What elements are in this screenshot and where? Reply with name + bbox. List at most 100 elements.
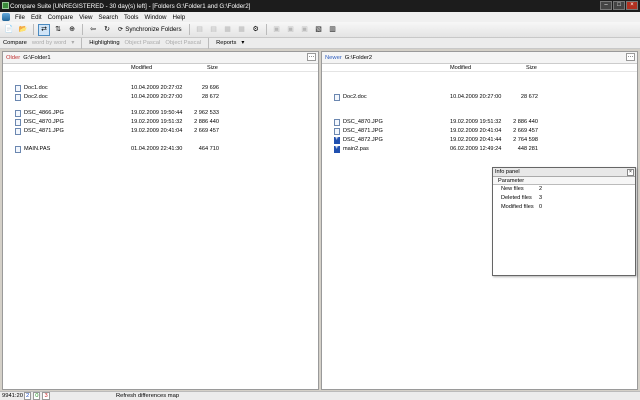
back-icon[interactable]: ⇦ [87,24,99,36]
file-row[interactable]: main2.pas 06.02.2009 12:49:24 448 281 [322,145,637,154]
prev-diff-icon[interactable]: ▦ [222,24,234,36]
maximize-button[interactable]: □ [613,1,625,10]
file-size: 28 672 [520,94,538,100]
info-key: Deleted files [501,195,532,201]
info-panel-title: Info panel [495,169,520,175]
copy-right-icon[interactable]: ▤ [208,24,220,36]
next-diff-icon[interactable]: ▦ [236,24,248,36]
file-name: Doc2.doc [343,94,367,100]
menu-window[interactable]: Window [141,14,169,21]
chevron-down-icon: ▾ [71,40,75,46]
menu-help[interactable]: Help [170,14,189,21]
file-size: 2 962 533 [194,110,219,116]
file-modified: 10.04.2009 20:27:00 [131,94,183,100]
file-size: 2 669 457 [194,128,219,134]
file-row [322,84,637,93]
menu-bar: File Edit Compare View Search Tools Wind… [0,12,640,22]
file-view-icon[interactable]: ▧ [313,24,325,36]
file-modified: 19.02.2009 20:41:04 [450,128,502,134]
right-folder-path[interactable]: G:\Folder2 [345,55,372,61]
close-button[interactable]: × [626,1,638,10]
object-pascal-dropdown-left[interactable]: Object Pascal [125,40,161,46]
new-file-icon [334,145,340,153]
browse-button[interactable]: … [626,53,635,61]
expand-icon[interactable]: ▣ [299,24,311,36]
file-size: 28 672 [201,94,219,100]
file-name: main2.pas [343,146,369,152]
title-bar: Compare Suite [UNREGISTERED - 30 day(s) … [0,0,640,12]
window-title: Compare Suite [UNREGISTERED - 30 day(s) … [10,2,251,10]
refresh-icon[interactable]: ↻ [101,24,113,36]
menu-edit[interactable]: Edit [28,14,45,21]
object-pascal-dropdown-right[interactable]: Object Pascal [165,40,201,46]
file-modified: 19.02.2009 20:41:44 [450,137,502,143]
left-panel-header: Older G:\Folder1 … [3,52,318,64]
modified-column-header[interactable]: Modified [450,65,471,71]
file-row[interactable]: MAIN.PAS 01.04.2009 22:41:30 464 710 [3,145,318,154]
chevron-down-icon: ▾ [241,40,245,46]
newer-tag: Newer [325,54,342,61]
minimize-button[interactable]: – [600,1,612,10]
image-icon [334,119,340,126]
file-row[interactable]: DSC_4871.JPG 19.02.2009 20:41:04 2 669 457 [3,127,318,136]
modified-column-header[interactable]: Modified [131,65,152,71]
file-name: DSC_4872.JPG [343,137,383,143]
copy-left-icon[interactable]: ▤ [194,24,206,36]
image-icon [334,128,340,135]
file-row[interactable]: DSC_4870.JPG 19.02.2009 19:51:32 2 886 440 [322,118,637,127]
close-icon[interactable]: × [627,169,634,176]
browse-button[interactable]: … [307,53,316,61]
report-icon[interactable]: ▥ [327,24,339,36]
older-tag: Older [6,54,21,61]
right-panel-header: Newer G:\Folder2 … [322,52,637,64]
document-menu-icon[interactable] [2,13,10,21]
compare-folders-icon[interactable]: ⇄ [38,23,50,36]
first-diff-icon[interactable]: ▣ [271,24,283,36]
word-by-word-dropdown[interactable]: word by word [32,40,66,46]
refresh-differences-map[interactable]: Refresh differences map [116,393,179,399]
file-row[interactable]: Doc1.doc 10.04.2009 20:27:02 29 696 [3,84,318,93]
info-value: 3 [539,195,543,201]
info-panel-titlebar: Info panel × [493,168,635,177]
info-row: New files 2 [493,185,635,194]
doc-icon [15,146,21,153]
modified-count-badge: 0 [33,392,41,400]
info-row: Modified files 0 [493,203,635,212]
file-name: DSC_4870.JPG [343,119,383,125]
file-row[interactable]: Doc2.doc 10.04.2009 20:27:00 28 672 [3,93,318,102]
menu-compare[interactable]: Compare [45,14,76,21]
file-row[interactable]: DSC_4870.JPG 19.02.2009 19:51:32 2 886 440 [3,118,318,127]
last-diff-icon[interactable]: ▣ [285,24,297,36]
toolbar-separator [265,24,267,35]
file-modified: 19.02.2009 20:41:04 [131,128,183,134]
file-row[interactable]: DSC_4872.JPG 19.02.2009 20:41:44 2 764 598 [322,136,637,145]
file-modified: 01.04.2009 22:41:30 [131,146,183,152]
toolbar-separator [82,24,83,35]
menu-file[interactable]: File [12,14,28,21]
file-modified: 10.04.2009 20:27:02 [131,85,183,91]
file-modified: 06.02.2009 12:49:24 [450,146,502,152]
file-size: 2 886 440 [194,119,219,125]
file-row[interactable]: DSC_4866.JPG 19.02.2009 19:50:44 2 962 533 [3,109,318,118]
file-name: DSC_4870.JPG [24,119,64,125]
merge-icon[interactable]: ⊕ [66,24,78,36]
main-toolbar: 📄 📂 ⇄ ⇅ ⊕ ⇦ ↻ ⟳ Synchronize Folders ▤ ▤ … [0,22,640,38]
menu-tools[interactable]: Tools [121,14,141,21]
menu-search[interactable]: Search [95,14,121,21]
synchronize-folders-button[interactable]: ⟳ Synchronize Folders [115,24,185,36]
new-icon[interactable]: 📄 [3,24,15,36]
left-folder-path[interactable]: G:\Folder1 [23,55,50,61]
menu-view[interactable]: View [76,14,95,21]
size-column-header[interactable]: Size [207,65,218,71]
file-row[interactable]: Doc2.doc 10.04.2009 20:27:00 28 672 [322,93,637,102]
sync-icon: ⟳ [118,26,124,33]
image-icon [15,128,21,135]
size-column-header[interactable]: Size [526,65,537,71]
options-icon[interactable]: ⚙ [250,24,262,36]
reports-dropdown[interactable]: Reports [216,40,236,46]
synchronize-folders-label: Synchronize Folders [125,26,182,33]
open-folder-icon[interactable]: 📂 [17,24,29,36]
info-row: Deleted files 3 [493,194,635,203]
file-row[interactable]: DSC_4871.JPG 19.02.2009 20:41:04 2 669 457 [322,127,637,136]
sort-icon[interactable]: ⇅ [52,24,64,36]
